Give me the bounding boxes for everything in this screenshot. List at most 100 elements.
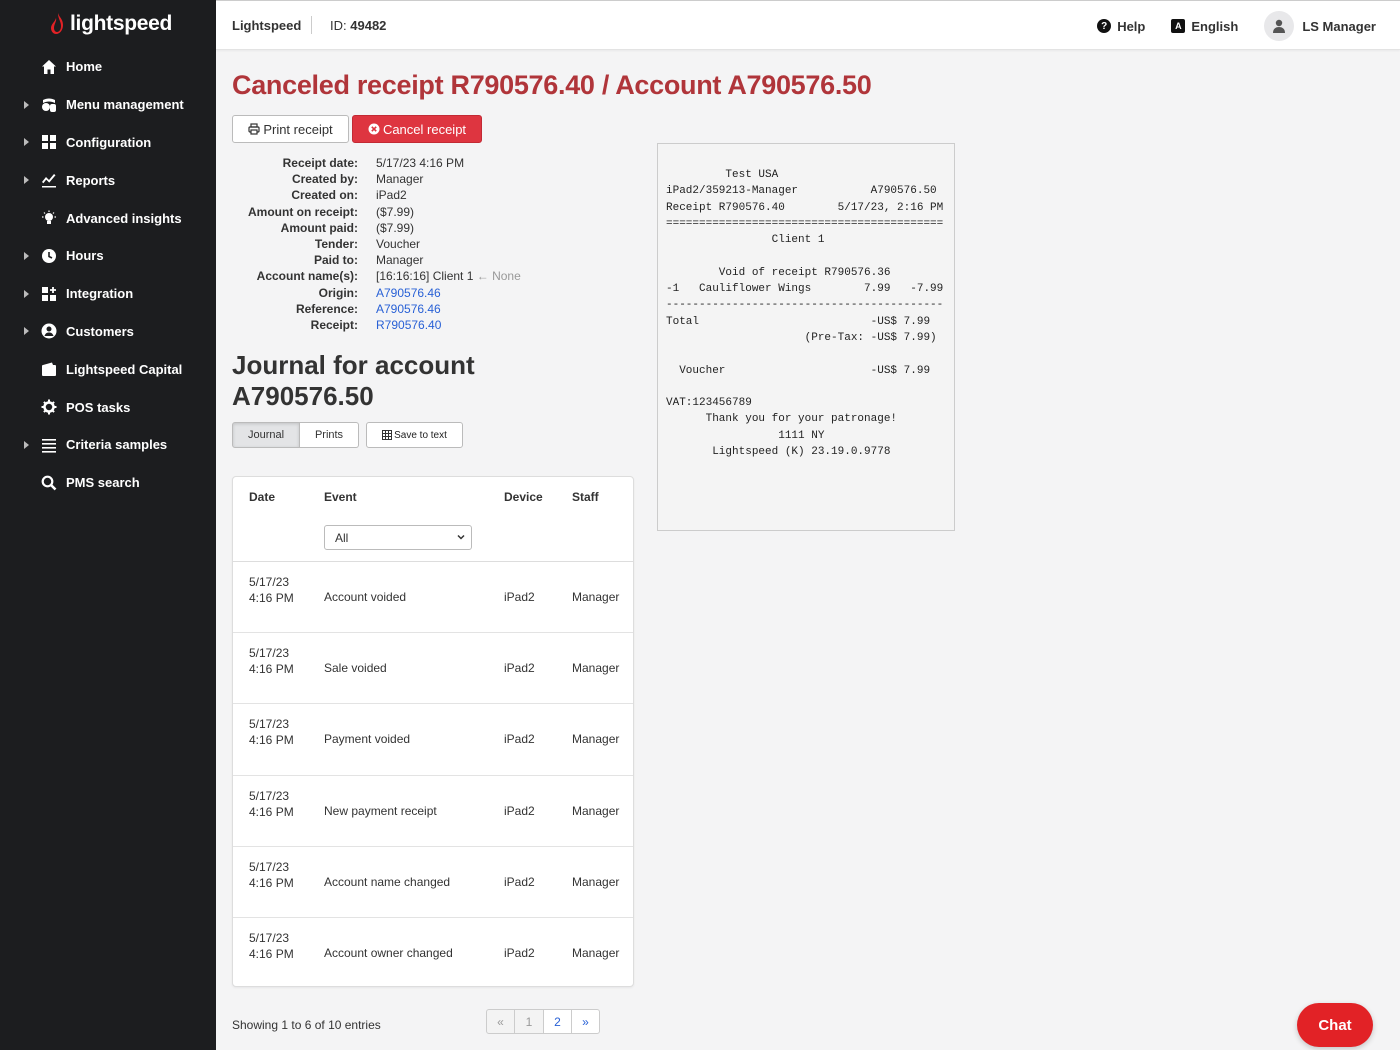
journal-table: Date Event Device Staff All 5/17/23 4:16… xyxy=(232,476,634,987)
detail-label: Paid to: xyxy=(314,253,358,268)
detail-row: Paid to: Manager xyxy=(232,252,632,268)
detail-label: Tender: xyxy=(314,236,358,251)
journal-table-header: Date Event Device Staff All xyxy=(233,477,633,562)
column-header-date[interactable]: Date xyxy=(249,490,275,504)
detail-row: Created on: iPad2 xyxy=(232,187,632,203)
pagination-prev[interactable]: « xyxy=(486,1009,515,1034)
sidebar-item-label: Advanced insights xyxy=(66,210,182,226)
event-filter-select[interactable]: All xyxy=(324,525,472,550)
lightspeed-logo[interactable]: lightspeed xyxy=(0,0,216,48)
account-id: ID: 49482 xyxy=(330,18,386,33)
sidebar-item-lightspeed-capital[interactable]: Lightspeed Capital xyxy=(0,350,216,388)
clock-icon xyxy=(40,247,58,265)
detail-label: Receipt: xyxy=(310,317,358,332)
sidebar-item-label: Home xyxy=(66,59,103,75)
flame-logo-icon xyxy=(51,13,63,34)
sidebar-item-menu-management[interactable]: Menu management xyxy=(0,86,216,124)
column-header-device[interactable]: Device xyxy=(504,490,543,504)
sidebar-item-advanced-insights[interactable]: Advanced insights xyxy=(0,199,216,237)
detail-value: ($7.99) xyxy=(376,204,415,219)
language-button[interactable]: A English xyxy=(1171,19,1238,34)
pagination-page-1[interactable]: 1 xyxy=(514,1009,544,1034)
sidebar-item-label: Integration xyxy=(66,286,134,302)
sidebar-item-configuration[interactable]: Configuration xyxy=(0,124,216,162)
menu-management-icon xyxy=(40,96,58,114)
caret-right-icon xyxy=(24,100,29,109)
sidebar-item-pos-tasks[interactable]: POS tasks xyxy=(0,388,216,426)
column-header-staff[interactable]: Staff xyxy=(572,490,599,504)
detail-value: 5/17/23 4:16 PM xyxy=(376,156,465,170)
language-label: English xyxy=(1191,18,1239,34)
account-name-none: None xyxy=(492,269,521,284)
lightbulb-icon xyxy=(40,209,58,227)
detail-value: Voucher xyxy=(376,236,421,251)
cell-event: New payment receipt xyxy=(324,803,437,818)
help-button[interactable]: ? Help xyxy=(1097,19,1145,34)
user-menu[interactable]: LS Manager xyxy=(1264,11,1376,41)
journal-title: Journal for account A790576.50 xyxy=(232,350,475,411)
cell-staff: Manager xyxy=(572,945,620,960)
account-id-label: ID: xyxy=(330,18,347,33)
caret-right-icon xyxy=(24,440,29,449)
receipt-details: Receipt date: 5/17/23 4:16 PM Created by: M… xyxy=(232,155,632,333)
pagination-next[interactable]: » xyxy=(571,1009,600,1034)
cell-event: Account voided xyxy=(324,590,407,604)
sidebar-item-home[interactable]: Home xyxy=(0,48,216,86)
print-receipt-button[interactable]: Print receipt xyxy=(232,115,349,143)
detail-link[interactable]: R790576.40 xyxy=(376,318,441,332)
entries-info: Showing 1 to 6 of 10 entries xyxy=(232,1018,381,1032)
help-label: Help xyxy=(1117,18,1146,34)
detail-value: ($7.99) xyxy=(376,220,415,235)
sidebar-item-label: Criteria samples xyxy=(66,437,168,453)
detail-link[interactable]: A790576.46 xyxy=(376,286,441,300)
page-title: Canceled receipt R790576.40 / Account A7… xyxy=(232,70,872,100)
chevron-down-icon xyxy=(457,534,465,540)
sidebar-item-criteria-samples[interactable]: Criteria samples xyxy=(0,426,216,464)
cell-staff: Manager xyxy=(572,661,620,676)
chat-button[interactable]: Chat xyxy=(1297,1003,1373,1047)
table-row: 5/17/23 4:16 PM Account name changed iPad2… xyxy=(233,847,633,918)
sidebar-item-label: POS tasks xyxy=(66,399,131,415)
cell-device: iPad2 xyxy=(504,803,535,818)
column-header-event[interactable]: Event xyxy=(324,490,357,504)
sidebar-item-reports[interactable]: Reports xyxy=(0,161,216,199)
cancel-receipt-label: Cancel receipt xyxy=(382,121,467,137)
sidebar-item-label: Customers xyxy=(66,323,134,339)
tab-prints[interactable]: Prints xyxy=(300,422,359,448)
home-icon xyxy=(40,58,58,76)
cell-device: iPad2 xyxy=(504,661,535,676)
sidebar-item-customers[interactable]: Customers xyxy=(0,313,216,351)
cell-date: 5/17/23 4:16 PM xyxy=(249,930,294,961)
detail-label: Account name(s): xyxy=(256,269,358,284)
cell-device: iPad2 xyxy=(504,590,535,604)
table-icon xyxy=(382,430,393,440)
sidebar-item-hours[interactable]: Hours xyxy=(0,237,216,275)
cell-event: Account owner changed xyxy=(324,945,453,960)
journal-tabs: Journal Prints xyxy=(232,422,359,448)
logo-text: lightspeed xyxy=(70,12,173,35)
integration-icon xyxy=(40,285,58,303)
cell-date: 5/17/23 4:16 PM xyxy=(249,646,294,677)
detail-row: Created by: Manager xyxy=(232,171,632,187)
detail-link[interactable]: A790576.46 xyxy=(376,302,441,316)
cell-date: 5/17/23 4:16 PM xyxy=(249,859,294,890)
detail-value: A790576.46 xyxy=(376,285,441,301)
cell-device: iPad2 xyxy=(504,874,535,889)
arrow-left-icon: ← xyxy=(476,269,489,284)
detail-value: A790576.46 xyxy=(376,301,441,317)
detail-value: R790576.40 xyxy=(376,317,441,333)
sidebar-item-label: Menu management xyxy=(66,97,184,113)
save-to-text-button[interactable]: Save to text xyxy=(366,422,463,448)
caret-right-icon xyxy=(24,289,29,298)
detail-label: Amount paid: xyxy=(280,220,358,235)
help-icon: ? xyxy=(1097,19,1112,33)
cancel-receipt-button[interactable]: Cancel receipt xyxy=(352,115,482,143)
table-row: 5/17/23 4:16 PM Payment voided iPad2 Manage… xyxy=(233,704,633,776)
detail-label: Amount on receipt: xyxy=(248,204,358,219)
cell-device: iPad2 xyxy=(504,945,535,960)
tab-journal[interactable]: Journal xyxy=(232,422,300,448)
table-row: 5/17/23 4:16 PM Account voided iPad2 Manage… xyxy=(233,562,633,634)
sidebar-item-pms-search[interactable]: PMS search xyxy=(0,464,216,502)
sidebar-item-integration[interactable]: Integration xyxy=(0,275,216,313)
pagination-page-2[interactable]: 2 xyxy=(543,1009,572,1034)
